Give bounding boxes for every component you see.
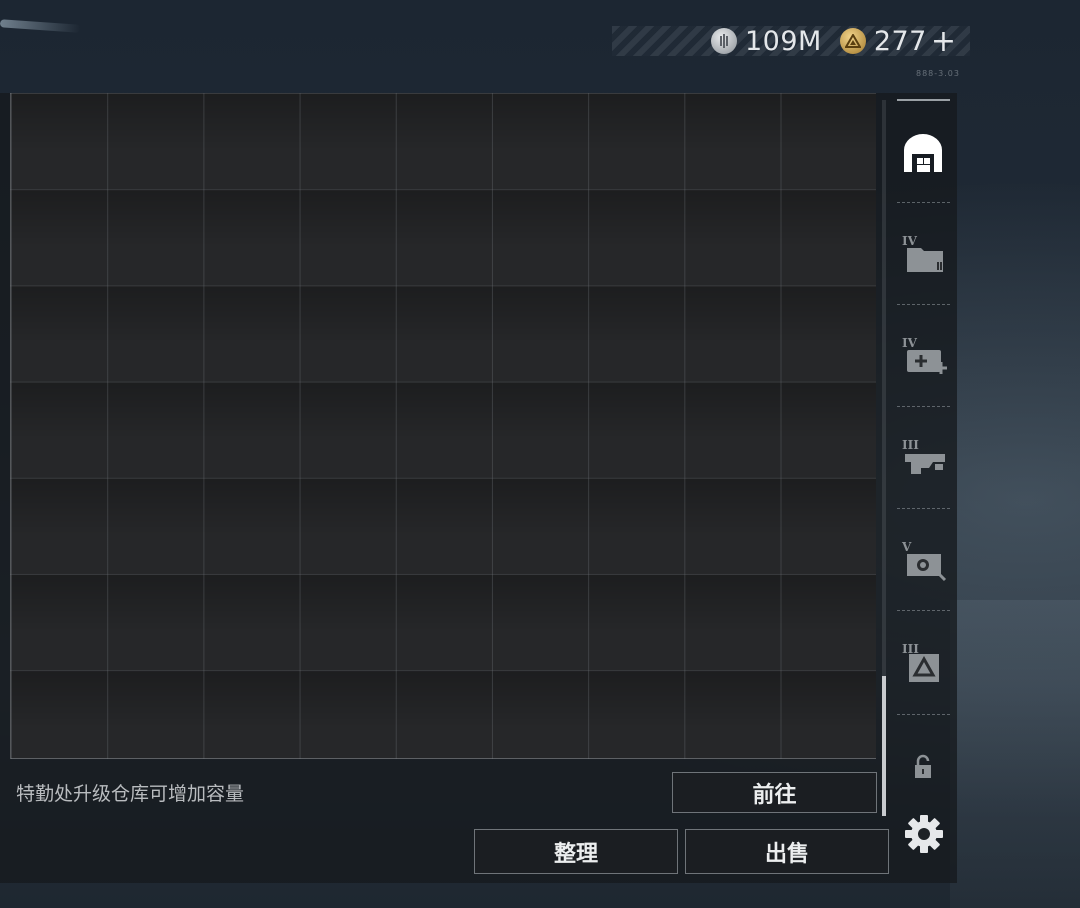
tab-warehouse[interactable]: [895, 103, 951, 203]
sidebar-divider: [897, 202, 950, 203]
capacity-hint: 特勤处升级仓库可增加容量: [16, 783, 245, 805]
scrollbar-thumb[interactable]: [882, 676, 886, 816]
background-floor: [950, 600, 1080, 908]
lock-icon[interactable]: [909, 752, 937, 782]
gun-icon: III: [899, 438, 947, 480]
warehouse-icon: [904, 134, 942, 172]
gold-triangle-coin-icon: [839, 28, 866, 54]
goto-button[interactable]: 前往: [672, 772, 877, 813]
sidebar-divider: [897, 304, 950, 305]
background-light-streak: [0, 19, 81, 33]
build-code: 888-3.03: [916, 69, 960, 78]
tab-tier-iii-card[interactable]: III: [895, 613, 951, 713]
settings-gear-icon[interactable]: [903, 813, 945, 855]
silver-coin-icon: [710, 28, 737, 54]
sell-button[interactable]: 出售: [685, 829, 889, 874]
sidebar-divider: [897, 406, 950, 407]
add-currency-button[interactable]: +: [931, 24, 956, 59]
sort-button[interactable]: 整理: [474, 829, 678, 874]
tab-tier-iv-medkit[interactable]: IV: [895, 307, 951, 407]
sidebar-top-line: [897, 99, 950, 101]
tab-tier-iv-folder[interactable]: IV: [895, 205, 951, 305]
tab-tier-v-safe[interactable]: V: [895, 511, 951, 611]
sidebar-divider: [897, 508, 950, 509]
currency-bar: 109M 277 +: [612, 24, 970, 59]
medkit-plus-icon: IV: [899, 336, 947, 378]
warehouse-grid[interactable]: [10, 93, 876, 759]
tab-tier-iii-weapon[interactable]: III: [895, 409, 951, 509]
gold-currency: 277 +: [839, 24, 956, 59]
safe-icon: V: [899, 540, 947, 582]
folder-icon: IV: [899, 234, 947, 276]
gold-amount: 277: [873, 25, 927, 57]
silver-currency: 109M: [710, 25, 822, 57]
triangle-card-icon: III: [899, 642, 947, 684]
sidebar-divider: [897, 610, 950, 611]
silver-amount: 109M: [744, 25, 822, 57]
sidebar-divider: [897, 714, 950, 715]
